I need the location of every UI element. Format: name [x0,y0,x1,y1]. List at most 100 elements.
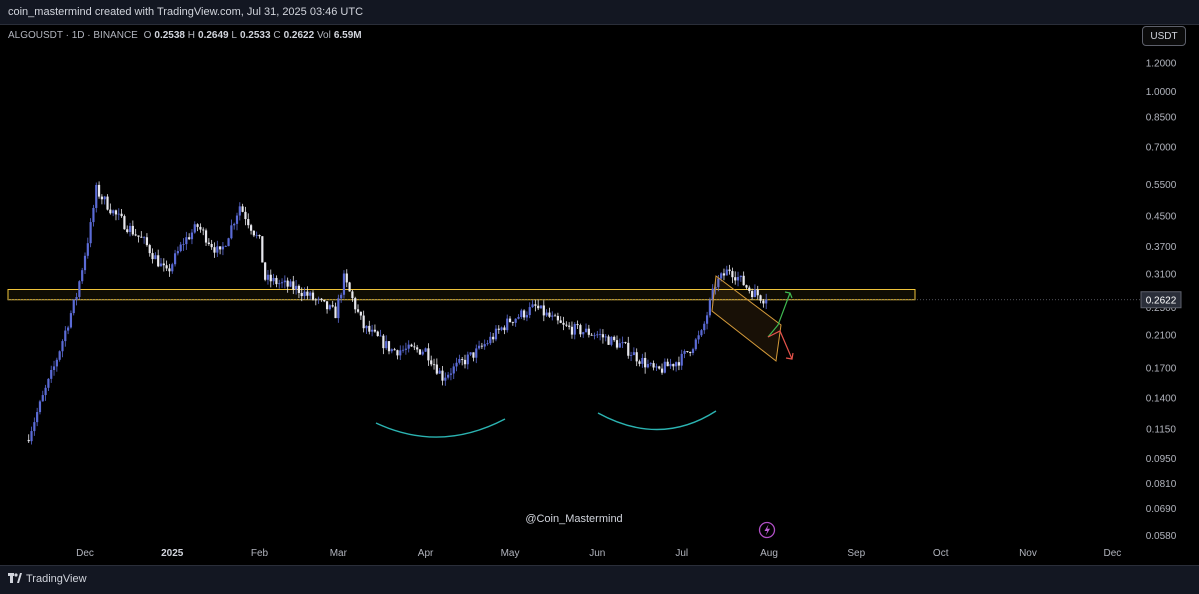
candle-body [762,300,765,304]
price-tick-label: 0.1700 [1146,363,1177,374]
candle-body [157,255,160,267]
candle-body [151,253,154,260]
candle-body [486,343,489,345]
candle-body [50,369,53,379]
tradingview-brand[interactable]: TradingView [8,573,87,585]
candle-body [629,355,633,356]
candle-body [134,234,137,236]
time-tick-label: Sep [847,548,865,559]
candle-body [238,206,241,216]
candle-body [497,328,500,330]
price-chart[interactable]: @Coin_Mastermind 1.2000 1.0000 0.8500 0.700… [0,25,1199,565]
top-bar: coin_mastermind created with TradingView… [0,0,1199,25]
candle-body [249,225,253,231]
candle-body [525,315,529,318]
lightning-icon-bolt [764,524,770,536]
candle-body [607,336,610,345]
candle-body [573,324,576,335]
candle-body [176,251,179,254]
low-value: 0.2533 [239,30,271,41]
time-tick-label: Aug [760,548,778,559]
candle-body [492,336,495,340]
candle-body [700,330,703,336]
candle-body [196,224,199,227]
price-tick-label: 0.4500 [1146,212,1177,223]
candle-body [72,299,75,314]
candle-body [627,342,630,356]
candle-body [613,336,616,341]
candle-body [534,304,537,306]
candle-body [593,335,596,337]
candle-body [745,285,748,288]
candle-body [193,224,196,233]
candle-body [458,358,461,363]
candle-body [252,230,255,236]
candle-body [162,263,165,266]
candle-body [233,223,236,226]
rounded-bottom-arc-right [597,410,717,431]
symbol-legend: ALGOUSDT · 1D · BINANCE O 0.2538 H 0.2649 … [8,30,362,41]
volume-value: 6.59M [333,30,362,41]
candle-body [379,335,382,337]
zone-rect [7,289,916,301]
candle-body [58,351,61,360]
candle-body [562,322,565,325]
price-tick-label: 0.0580 [1146,531,1177,542]
candle-body [278,283,281,285]
candle-body [604,336,607,338]
candle-body [407,344,410,349]
price-tick-label: 0.3100 [1146,270,1177,281]
candle-body [652,363,655,368]
candle-body [663,361,666,373]
candle-body [463,359,467,365]
candle-body [368,325,371,332]
time-tick-label: Dec [76,548,94,559]
candle-body [590,334,593,336]
candle-body [728,269,731,272]
candle-body [154,255,157,260]
candle-body [244,211,247,220]
currency-button[interactable]: USDT [1142,26,1186,46]
candle-body [81,270,84,282]
candle-body [30,431,33,442]
candle-body [342,273,346,295]
candle-body [235,215,239,224]
candle-body [33,422,36,432]
candle-body [638,361,641,364]
candle-body [680,353,683,366]
candle-body [112,210,115,214]
candle-body [565,324,568,326]
candle-body [483,344,486,347]
candle-body [624,342,627,343]
candle-body [314,299,317,301]
time-tick-label: Feb [251,548,269,559]
candle-body [618,343,621,348]
chart-area[interactable]: @Coin_Mastermind 1.2000 1.0000 0.8500 0.700… [0,25,1199,565]
candle-body [328,305,331,310]
candle-body [95,184,98,208]
candle-body [579,325,582,335]
time-tick-label: Jun [589,548,605,559]
candle-body [641,357,644,364]
candle-body [551,315,554,317]
candle-body [247,219,250,226]
candle-body [382,335,385,349]
candle-body [694,339,697,350]
candle-body [751,291,754,298]
candle-body [97,184,101,197]
candle-body [168,268,171,272]
candle-body [531,304,534,308]
candle-body [27,439,30,442]
footer-bar: TradingView [0,565,1199,594]
candle-body [582,332,585,335]
candle-body [644,357,647,368]
low-label: L [231,30,237,41]
candle-body [185,237,188,245]
candle-body [86,243,89,256]
price-tick-label: 0.1400 [1146,394,1177,405]
candle-body [396,350,399,356]
candle-body [703,323,706,331]
price-axis: 1.2000 1.0000 0.8500 0.7000 0.5500 0.4500 0.37… [1140,59,1182,542]
candle-body [67,327,70,331]
candle-body [390,349,393,352]
